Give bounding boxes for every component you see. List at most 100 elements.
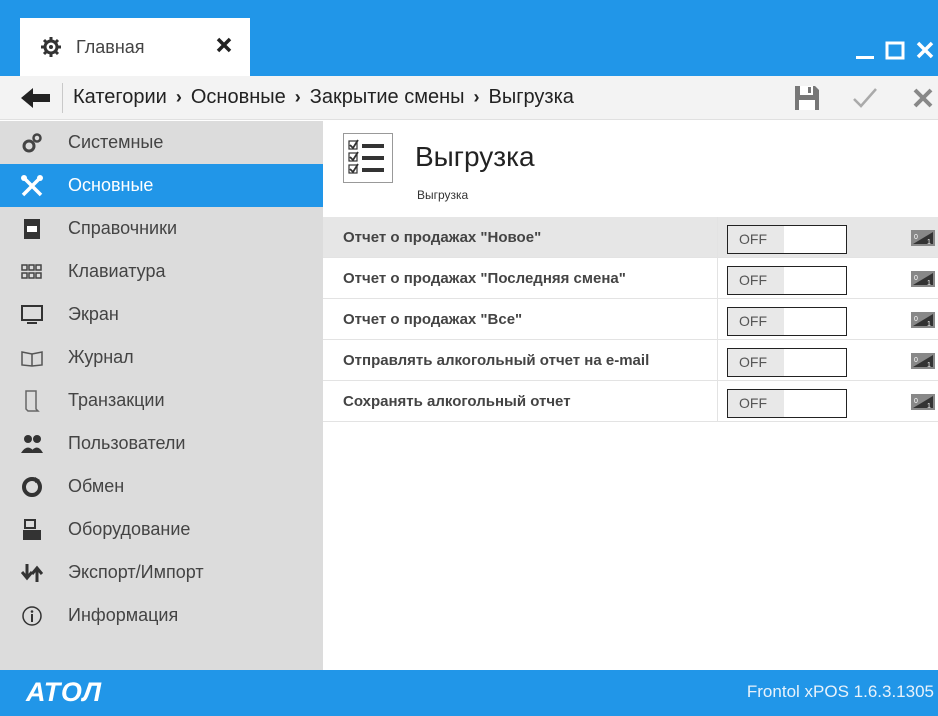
sidebar-item-main[interactable]: Основные (0, 164, 323, 207)
gears-icon (20, 131, 44, 155)
close-icon[interactable] (912, 37, 938, 63)
setting-label: Отчет о продажах "Последняя смена" (323, 257, 718, 299)
sidebar-item-users[interactable]: Пользователи (0, 422, 323, 465)
tools-icon (20, 174, 44, 198)
sidebar-item-transactions[interactable]: Транзакции (0, 379, 323, 422)
sidebar-item-label: Клавиатура (68, 261, 166, 281)
toggle-state: OFF (728, 267, 784, 294)
toggle-switch[interactable]: OFF (727, 307, 847, 336)
main-panel: Выгрузка Выгрузка Отчет о продажах "Ново… (323, 121, 938, 670)
svg-text:1: 1 (927, 362, 931, 369)
breadcrumb-separator: › (294, 87, 301, 107)
setting-row-sales-report-all: Отчет о продажах "Все" OFF 01 (323, 298, 938, 340)
sidebar-item-label: Системные (68, 132, 164, 152)
setting-row-save-alcohol-report: Сохранять алкогольный отчет OFF 01 (323, 380, 938, 422)
breadcrumb-item-main[interactable]: Основные (191, 86, 286, 109)
sidebar-item-journal[interactable]: Журнал (0, 336, 323, 379)
maximize-icon[interactable] (882, 37, 908, 63)
setting-row-sales-report-new: Отчет о продажах "Новое" OFF 01 (323, 216, 938, 258)
sidebar-item-directories[interactable]: Справочники (0, 207, 323, 250)
version-label: Frontol xPOS 1.6.3.1305 (746, 682, 934, 701)
svg-text:0: 0 (914, 357, 918, 364)
binary-toggle-icon: 01 (911, 353, 935, 369)
svg-text:0: 0 (914, 398, 918, 405)
cancel-icon[interactable] (908, 83, 938, 113)
binary-toggle-icon: 01 (911, 230, 935, 246)
binary-toggle-icon: 01 (911, 394, 935, 410)
breadcrumb-separator: › (175, 87, 182, 107)
toggle-switch[interactable]: OFF (727, 225, 847, 254)
monitor-icon (20, 303, 44, 327)
tab-close-icon[interactable] (214, 35, 234, 55)
sidebar-item-label: Оборудование (68, 519, 191, 539)
cash-register-icon (20, 518, 44, 542)
gear-icon (40, 36, 62, 58)
setting-row-alcohol-report-email: Отправлять алкогольный отчет на e-mail O… (323, 339, 938, 381)
sidebar-item-keyboard[interactable]: Клавиатура (0, 250, 323, 293)
sidebar: Системные Основные Справочники Клавиатур… (0, 121, 323, 670)
save-icon[interactable] (792, 83, 822, 113)
back-arrow-icon[interactable] (18, 84, 54, 112)
sidebar-item-system[interactable]: Системные (0, 121, 323, 164)
minimize-icon[interactable] (852, 37, 878, 63)
svg-text:0: 0 (914, 316, 918, 323)
toolbar-divider (62, 82, 63, 113)
info-icon (20, 604, 44, 628)
sidebar-item-screen[interactable]: Экран (0, 293, 323, 336)
breadcrumb-item-shift-close[interactable]: Закрытие смены (310, 86, 465, 109)
toggle-switch[interactable]: OFF (727, 389, 847, 418)
sidebar-item-equipment[interactable]: Оборудование (0, 508, 323, 551)
section-header: Выгрузка Выгрузка (323, 121, 938, 217)
sidebar-item-export-import[interactable]: Экспорт/Импорт (0, 551, 323, 594)
page-title: Выгрузка (415, 141, 535, 172)
setting-label: Сохранять алкогольный отчет (323, 380, 718, 422)
export-import-icon (20, 561, 44, 585)
atol-logo: АТОЛ (26, 677, 103, 707)
setting-label: Отправлять алкогольный отчет на e-mail (323, 339, 718, 381)
toggle-state: OFF (728, 390, 784, 417)
tab-label: Главная (76, 36, 145, 57)
sidebar-item-label: Журнал (68, 347, 134, 367)
svg-text:1: 1 (927, 280, 931, 287)
toggle-state: OFF (728, 226, 784, 253)
toggle-switch[interactable]: OFF (727, 266, 847, 295)
status-bar: АТОЛ Frontol xPOS 1.6.3.1305 (0, 670, 938, 716)
sidebar-item-label: Основные (68, 175, 154, 195)
title-bar: Главная (0, 0, 938, 76)
sidebar-item-label: Информация (68, 605, 179, 625)
binary-toggle-icon: 01 (911, 312, 935, 328)
svg-text:0: 0 (914, 234, 918, 241)
sidebar-item-label: Пользователи (68, 433, 186, 453)
users-icon (20, 432, 44, 456)
svg-text:0: 0 (914, 275, 918, 282)
tab-main[interactable]: Главная (20, 18, 250, 76)
sidebar-item-label: Обмен (68, 476, 125, 496)
apply-check-icon[interactable] (850, 83, 880, 113)
svg-text:1: 1 (927, 403, 931, 410)
sync-icon (20, 475, 44, 499)
keyboard-icon (20, 260, 44, 284)
toggle-state: OFF (728, 349, 784, 376)
sidebar-item-exchange[interactable]: Обмен (0, 465, 323, 508)
breadcrumb-toolbar: Категории › Основные › Закрытие смены › … (0, 76, 938, 120)
toolbar-actions (764, 76, 938, 120)
sidebar-item-label: Справочники (68, 218, 178, 238)
checklist-icon (343, 133, 393, 183)
journal-icon (20, 346, 44, 370)
sidebar-item-label: Экран (68, 304, 119, 324)
sidebar-item-information[interactable]: Информация (0, 594, 323, 637)
receipt-icon (20, 389, 44, 413)
sidebar-item-label: Экспорт/Импорт (68, 562, 204, 582)
toggle-switch[interactable]: OFF (727, 348, 847, 377)
svg-text:1: 1 (927, 239, 931, 246)
page-subtitle: Выгрузка (417, 188, 469, 202)
setting-row-sales-report-last-shift: Отчет о продажах "Последняя смена" OFF 0… (323, 257, 938, 299)
breadcrumb-item-categories[interactable]: Категории (73, 86, 167, 109)
settings-list: Отчет о продажах "Новое" OFF 01 Отчет о … (323, 216, 938, 422)
setting-label: Отчет о продажах "Новое" (323, 216, 718, 258)
breadcrumb-separator: › (473, 87, 480, 107)
window-controls (848, 34, 938, 66)
svg-text:1: 1 (927, 321, 931, 328)
book-icon (20, 217, 44, 241)
toggle-state: OFF (728, 308, 784, 335)
